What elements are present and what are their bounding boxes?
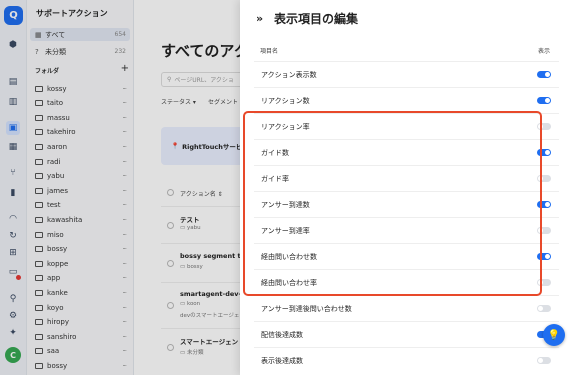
display-item-label: アンサー到達後問い合わせ数 xyxy=(261,304,352,313)
display-item-row: アンサー到達後問い合わせ数 xyxy=(254,295,559,321)
display-item-row: リアクション数 xyxy=(254,87,559,113)
display-toggle[interactable] xyxy=(537,201,551,208)
display-item-label: 経由問い合わせ数 xyxy=(261,252,317,261)
column-edit-panel: » 表示項目の編集 項目名 表示 アクション表示数 リアクション数 リアクション率ガ… xyxy=(240,0,584,375)
display-toggle[interactable] xyxy=(537,357,551,364)
display-item-label: リアクション率 xyxy=(261,122,310,131)
display-item-label: 表示後達成数 xyxy=(261,356,303,365)
display-item-row: 配信後達成数 xyxy=(254,321,559,347)
display-item-label: 配信後達成数 xyxy=(261,330,303,339)
display-item-label: リアクション数 xyxy=(261,96,310,105)
display-item-row: ガイド率 xyxy=(254,165,559,191)
display-toggle[interactable] xyxy=(537,71,551,78)
lightbulb-icon: 💡 xyxy=(547,329,561,341)
panel-title: 表示項目の編集 xyxy=(274,12,359,26)
display-item-label: アンサー到達率 xyxy=(261,226,310,235)
display-item-label: アクション表示数 xyxy=(261,70,317,79)
display-toggle[interactable] xyxy=(537,279,551,286)
display-item-row: ガイド数 xyxy=(254,139,559,165)
collapse-panel-button[interactable]: » xyxy=(256,12,263,25)
display-toggle[interactable] xyxy=(537,305,551,312)
display-item-label: アンサー到達数 xyxy=(261,200,310,209)
display-item-row: リアクション率 xyxy=(254,113,559,139)
display-item-label: 経由問い合わせ率 xyxy=(261,278,317,287)
display-toggle[interactable] xyxy=(537,149,551,156)
display-toggle[interactable] xyxy=(537,227,551,234)
display-item-row: アンサー到達数 xyxy=(254,191,559,217)
display-toggle[interactable] xyxy=(537,253,551,260)
display-item-row: 経由問い合わせ数 xyxy=(254,243,559,269)
display-toggle[interactable] xyxy=(537,175,551,182)
display-item-row: アクション表示数 xyxy=(254,61,559,87)
panel-header: 項目名 表示 xyxy=(260,48,550,55)
display-item-label: ガイド数 xyxy=(261,148,289,157)
display-item-row: 表示後達成数 xyxy=(254,347,559,373)
display-item-row: アンサー到達率 xyxy=(254,217,559,243)
display-item-row: 経由問い合わせ率 xyxy=(254,269,559,295)
help-button[interactable]: 💡 xyxy=(543,324,565,346)
display-item-label: ガイド率 xyxy=(261,174,289,183)
display-toggle[interactable] xyxy=(537,97,551,104)
display-toggle[interactable] xyxy=(537,123,551,130)
